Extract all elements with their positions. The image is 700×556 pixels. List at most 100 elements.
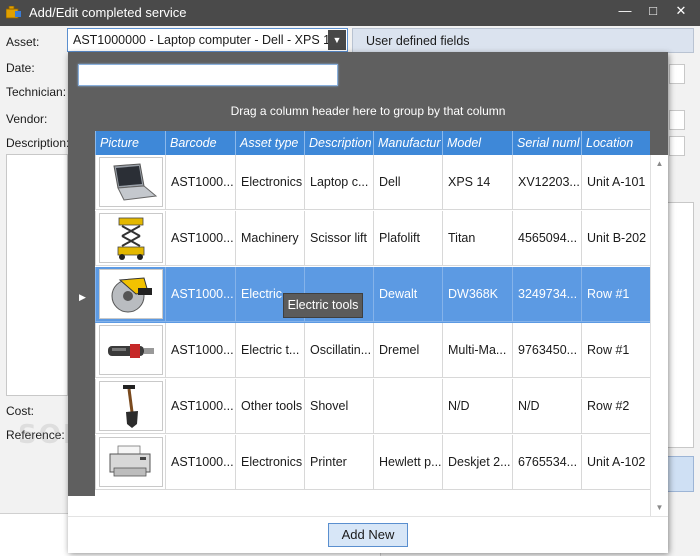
- cost-label: Cost:: [6, 404, 35, 418]
- description-cell: Laptop c...: [304, 155, 373, 210]
- model-cell: DW368K: [442, 267, 512, 322]
- location-cell: Unit A-101: [581, 155, 650, 210]
- description-cell: Oscillatin...: [304, 323, 373, 378]
- dropdown-arrow-icon[interactable]: ▼: [328, 30, 346, 50]
- column-header-model[interactable]: Model: [442, 131, 512, 155]
- manufacturer-cell: Hewlett p...: [373, 435, 442, 490]
- asset-value: AST1000000 - Laptop computer - Dell - XP…: [73, 33, 338, 47]
- asset-dropdown-grid: Drag a column header here to group by th…: [68, 52, 668, 553]
- serial-cell: 4565094...: [512, 211, 581, 266]
- grid-footer: Add New: [68, 516, 668, 553]
- group-panel: Drag a column header here to group by th…: [68, 52, 668, 131]
- grid-rows: ▶ AST1000... Electronics Laptop c... Del…: [68, 155, 668, 496]
- column-header-description[interactable]: Description: [304, 131, 373, 155]
- description-cell: Printer: [304, 435, 373, 490]
- column-header-manufacturer[interactable]: Manufactur: [373, 131, 442, 155]
- laptop-image: [99, 157, 163, 207]
- asset-type-cell: Electronics: [235, 435, 304, 490]
- vendor-label: Vendor:: [6, 112, 48, 126]
- serial-cell: 3249734...: [512, 267, 581, 322]
- picture-cell: [95, 323, 165, 378]
- tab-user-defined-fields-label: User defined fields: [366, 34, 470, 48]
- description-label: Description:: [6, 136, 70, 150]
- description-cell: Shovel: [304, 379, 373, 434]
- model-cell: Titan: [442, 211, 512, 266]
- manufacturer-cell: [373, 379, 442, 434]
- description-textarea[interactable]: [6, 154, 68, 396]
- serial-cell: 6765534...: [512, 435, 581, 490]
- window-title: Add/Edit completed service: [29, 5, 187, 20]
- barcode-cell: AST1000...: [165, 435, 235, 490]
- barcode-cell: AST1000...: [165, 379, 235, 434]
- minimize-icon[interactable]: —: [616, 2, 634, 20]
- right-panel: [666, 202, 694, 448]
- printer-image: [99, 437, 163, 487]
- scroll-down-icon[interactable]: ▼: [651, 503, 668, 512]
- barcode-cell: AST1000...: [165, 323, 235, 378]
- tooltip: Electric tools: [283, 293, 363, 318]
- shovel-image: [99, 381, 163, 431]
- right-button[interactable]: [666, 456, 694, 492]
- serial-cell: 9763450...: [512, 323, 581, 378]
- scroll-up-icon[interactable]: ▲: [651, 159, 668, 168]
- location-cell: Row #1: [581, 323, 650, 378]
- asset-type-cell: Machinery: [235, 211, 304, 266]
- model-cell: XPS 14: [442, 155, 512, 210]
- field-box[interactable]: [669, 64, 685, 84]
- table-row[interactable]: AST1000... Electronics Printer Hewlett p…: [95, 435, 650, 491]
- serial-cell: N/D: [512, 379, 581, 434]
- location-cell: Row #1: [581, 267, 650, 322]
- picture-cell: [95, 379, 165, 434]
- manufacturer-cell: Dell: [373, 155, 442, 210]
- barcode-cell: AST1000...: [165, 211, 235, 266]
- oscillating-tool-image: [99, 325, 163, 375]
- current-row-arrow-icon: ▶: [79, 292, 86, 302]
- location-cell: Unit B-202: [581, 211, 650, 266]
- group-hint: Drag a column header here to group by th…: [230, 104, 506, 118]
- add-new-button[interactable]: Add New: [328, 523, 408, 547]
- technician-label: Technician:: [6, 85, 67, 99]
- column-header-barcode[interactable]: Barcode: [165, 131, 235, 155]
- model-cell: Deskjet 2...: [442, 435, 512, 490]
- table-row[interactable]: AST1000... Machinery Scissor lift Plafol…: [95, 211, 650, 267]
- manufacturer-cell: Dremel: [373, 323, 442, 378]
- table-row[interactable]: AST1000... Electronics Laptop c... Dell …: [95, 155, 650, 211]
- asset-combobox[interactable]: AST1000000 - Laptop computer - Dell - XP…: [67, 28, 348, 52]
- picture-cell: [95, 435, 165, 490]
- column-header-asset-type[interactable]: Asset type: [235, 131, 304, 155]
- manufacturer-cell: Dewalt: [373, 267, 442, 322]
- column-header-row: Picture Barcode Asset type Description M…: [68, 131, 668, 155]
- asset-type-cell: Other tools: [235, 379, 304, 434]
- circular-saw-image: [99, 269, 163, 319]
- picture-cell: [95, 267, 165, 322]
- row-indicator-column: ▶: [68, 155, 95, 496]
- serial-cell: XV12203...: [512, 155, 581, 210]
- column-header-location[interactable]: Location: [581, 131, 650, 155]
- vertical-scrollbar[interactable]: ▲ ▼: [650, 155, 668, 516]
- title-bar: Add/Edit completed service — □ ✕: [0, 0, 700, 26]
- asset-label: Asset:: [6, 35, 40, 49]
- manufacturer-cell: Plafolift: [373, 211, 442, 266]
- location-cell: Unit A-102: [581, 435, 650, 490]
- model-cell: N/D: [442, 379, 512, 434]
- table-row[interactable]: AST1000... Electric t... Oscillatin... D…: [95, 323, 650, 379]
- table-row[interactable]: AST1000... Other tools Shovel N/D N/D Ro…: [95, 379, 650, 435]
- description-cell: Scissor lift: [304, 211, 373, 266]
- asset-type-cell: Electronics: [235, 155, 304, 210]
- scissor-lift-image: [99, 213, 163, 263]
- picture-cell: [95, 155, 165, 210]
- picture-cell: [95, 211, 165, 266]
- barcode-cell: AST1000...: [165, 267, 235, 322]
- tab-user-defined-fields[interactable]: User defined fields: [352, 28, 694, 53]
- column-header-serial-number[interactable]: Serial numl: [512, 131, 581, 155]
- model-cell: Multi-Ma...: [442, 323, 512, 378]
- app-icon: [5, 5, 22, 19]
- field-box[interactable]: [669, 136, 685, 156]
- field-box[interactable]: [669, 110, 685, 130]
- table-row-selected[interactable]: AST1000... Electric Dewalt DW368K 324973…: [95, 267, 650, 323]
- column-header-picture[interactable]: Picture: [95, 131, 165, 155]
- maximize-icon[interactable]: □: [644, 2, 662, 20]
- date-label: Date:: [6, 61, 35, 75]
- search-input[interactable]: [78, 64, 338, 86]
- close-icon[interactable]: ✕: [672, 2, 690, 20]
